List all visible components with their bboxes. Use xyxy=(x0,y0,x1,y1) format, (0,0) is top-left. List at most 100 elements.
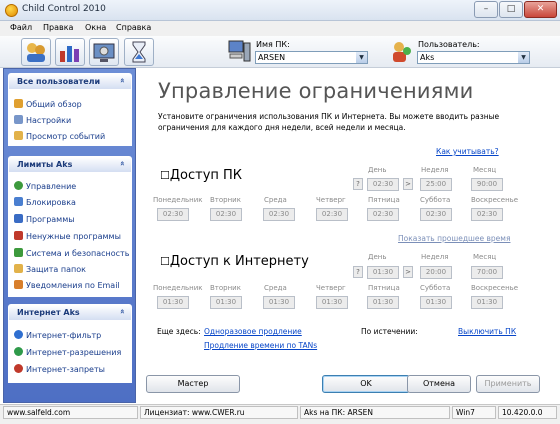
sidebar-item-programs[interactable]: Программы xyxy=(14,214,75,224)
user-select[interactable]: Aks ▼ xyxy=(417,51,530,64)
sidebar-item-control[interactable]: Управление xyxy=(14,181,76,191)
internet-access-title[interactable]: ☐Доступ к Интернету xyxy=(160,254,309,269)
sidebar-item-events[interactable]: Просмотр событий xyxy=(14,131,105,141)
menu-help[interactable]: Справка xyxy=(116,23,151,32)
sidebar-item-settings[interactable]: Настройки xyxy=(14,115,71,125)
pc-month-field[interactable]: 90:00 xyxy=(471,178,503,191)
internet-monday-field[interactable]: 01:30 xyxy=(157,296,189,309)
users-toolbar-button[interactable] xyxy=(21,38,51,66)
status-os: Win7 xyxy=(452,406,496,419)
pc-access-checkbox[interactable]: ☐ xyxy=(160,169,170,182)
thursday-label: Четверг xyxy=(316,284,346,292)
pc-arrow-button[interactable]: > xyxy=(403,178,413,190)
cancel-button[interactable]: Отмена xyxy=(407,375,471,393)
page-title: Управление ограничениями xyxy=(158,79,474,103)
sidebar-item-folders[interactable]: Защита папок xyxy=(14,264,86,274)
internet-month-field[interactable]: 70:00 xyxy=(471,266,503,279)
pc-access-title[interactable]: ☐Доступ ПК xyxy=(160,168,242,183)
apply-button[interactable]: Применить xyxy=(476,375,540,393)
chevron-down-icon: ▼ xyxy=(518,52,529,63)
sidebar-item-security[interactable]: Система и безопасность xyxy=(14,248,129,258)
pc-wednesday-field[interactable]: 02:30 xyxy=(263,208,295,221)
day-label: День xyxy=(368,253,387,261)
panel-title: Интернет Aks xyxy=(17,308,80,317)
pc-tuesday-field[interactable]: 02:30 xyxy=(210,208,242,221)
log-icon xyxy=(14,131,23,140)
close-button[interactable]: ✕ xyxy=(524,1,557,18)
internet-arrow-button[interactable]: > xyxy=(403,266,413,278)
pc-thursday-field[interactable]: 02:30 xyxy=(316,208,348,221)
internet-access-checkbox[interactable]: ☐ xyxy=(160,255,170,268)
tuesday-label: Вторник xyxy=(210,284,241,292)
internet-tuesday-field[interactable]: 01:30 xyxy=(210,296,242,309)
internet-week-field[interactable]: 20:00 xyxy=(420,266,452,279)
users-icon xyxy=(27,43,45,62)
sidebar-item-email[interactable]: Уведомления по Email xyxy=(14,280,120,290)
menu-bar xyxy=(0,21,560,36)
expiry-action-link[interactable]: Выключить ПК xyxy=(458,327,516,336)
maximize-button[interactable]: □ xyxy=(499,1,523,18)
user-label: Пользователь: xyxy=(418,40,480,49)
menu-edit[interactable]: Правка xyxy=(43,23,73,32)
panel-header-limits[interactable]: Лимиты Aks « xyxy=(8,156,132,173)
collapse-icon[interactable]: « xyxy=(118,161,127,166)
internet-wednesday-field[interactable]: 01:30 xyxy=(263,296,295,309)
internet-saturday-field[interactable]: 01:30 xyxy=(420,296,452,309)
chevron-down-icon: ▼ xyxy=(356,52,367,63)
one-time-extension-link[interactable]: Одноразовое продление xyxy=(204,327,302,336)
sidebar-item-unwanted[interactable]: Ненужные программы xyxy=(14,231,121,241)
internet-friday-field[interactable]: 01:30 xyxy=(367,296,399,309)
pc-monday-field[interactable]: 02:30 xyxy=(157,208,189,221)
ok-button[interactable]: OK xyxy=(322,375,410,393)
internet-help-button[interactable]: ? xyxy=(353,266,363,278)
month-label: Месяц xyxy=(473,166,497,174)
description-line-2: ограничения для каждого дня недели, всей… xyxy=(158,123,406,132)
internet-day-field[interactable]: 01:30 xyxy=(367,266,399,279)
wednesday-label: Среда xyxy=(264,196,287,204)
week-label: Неделя xyxy=(421,166,449,174)
internet-sunday-field[interactable]: 01:30 xyxy=(471,296,503,309)
pc-sunday-field[interactable]: 02:30 xyxy=(471,208,503,221)
thursday-label: Четверг xyxy=(316,196,346,204)
pc-name-value: ARSEN xyxy=(258,53,286,62)
pc-friday-field[interactable]: 02:30 xyxy=(367,208,399,221)
sunday-label: Воскресенье xyxy=(471,284,519,292)
internet-thursday-field[interactable]: 01:30 xyxy=(316,296,348,309)
friday-label: Пятница xyxy=(368,284,400,292)
chart-lock-icon xyxy=(60,46,79,62)
pc-day-field[interactable]: 02:30 xyxy=(367,178,399,191)
time-toolbar-button[interactable] xyxy=(124,38,154,66)
user-icon xyxy=(393,42,411,62)
friday-label: Пятница xyxy=(368,196,400,204)
menu-file[interactable]: Файл xyxy=(10,23,32,32)
pc-week-field[interactable]: 25:00 xyxy=(420,178,452,191)
month-label: Месяц xyxy=(473,253,497,261)
tan-extension-link[interactable]: Продление времени по TANs xyxy=(204,341,317,350)
sidebar-item-internet-deny[interactable]: Интернет-запреты xyxy=(14,364,105,374)
pc-name-select[interactable]: ARSEN ▼ xyxy=(255,51,368,64)
limits-toolbar-button[interactable] xyxy=(55,38,85,66)
monday-label: Понедельник xyxy=(153,284,203,292)
panel-header-all-users[interactable]: Все пользователи « xyxy=(8,73,132,90)
email-icon xyxy=(14,280,23,289)
sidebar-item-internet-allow[interactable]: Интернет-разрешения xyxy=(14,347,121,357)
clock-icon xyxy=(14,181,23,190)
settings-toolbar-button[interactable] xyxy=(89,38,119,66)
minimize-button[interactable]: – xyxy=(474,1,498,18)
pc-name-label: Имя ПК: xyxy=(256,40,290,49)
status-user-pc: Aks на ПК: ARSEN xyxy=(300,406,450,419)
menu-windows[interactable]: Окна xyxy=(85,23,106,32)
sidebar-item-block[interactable]: Блокировка xyxy=(14,197,76,207)
panel-header-internet[interactable]: Интернет Aks « xyxy=(8,304,132,321)
pc-help-button[interactable]: ? xyxy=(353,178,363,190)
programs-icon xyxy=(14,214,23,223)
how-to-count-link[interactable]: Как учитывать? xyxy=(436,147,499,156)
collapse-icon[interactable]: « xyxy=(118,309,127,314)
show-elapsed-time-link[interactable]: Показать прошедшее время xyxy=(398,234,510,243)
globe-icon xyxy=(14,330,23,339)
sidebar-item-internet-filter[interactable]: Интернет-фильтр xyxy=(14,330,101,340)
sidebar-item-overview[interactable]: Общий обзор xyxy=(14,99,82,109)
pc-saturday-field[interactable]: 02:30 xyxy=(420,208,452,221)
wizard-button[interactable]: Мастер xyxy=(146,375,240,393)
collapse-icon[interactable]: « xyxy=(118,78,127,83)
